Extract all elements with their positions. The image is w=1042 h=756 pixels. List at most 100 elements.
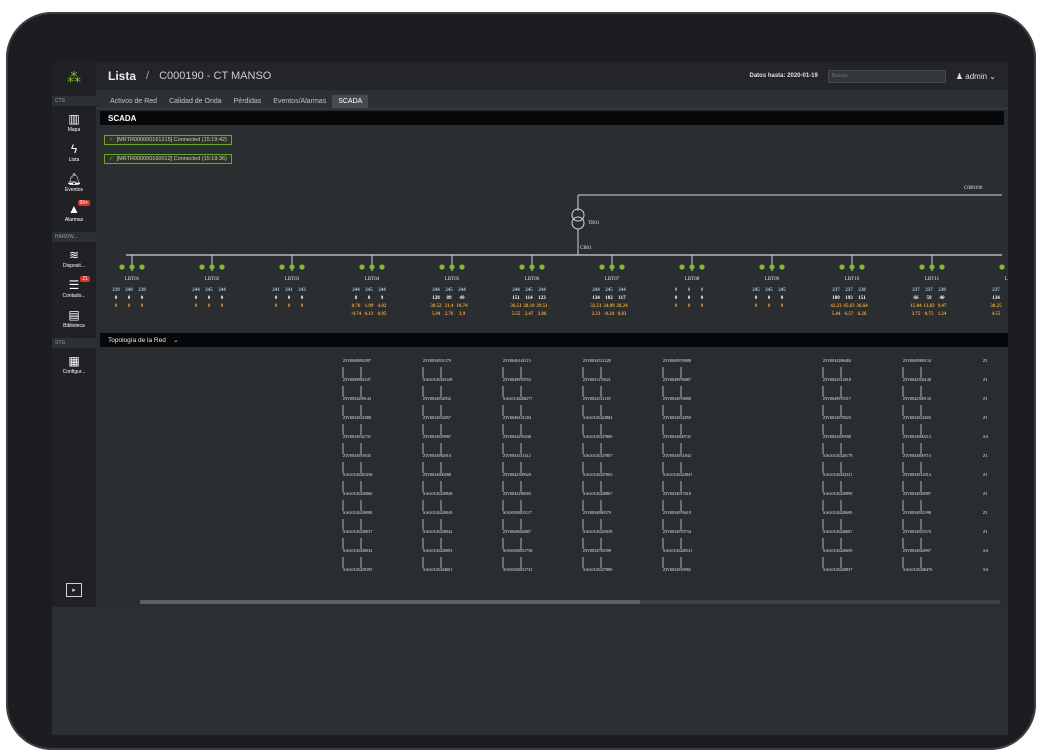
feeder-value-v: 245 [445,288,453,293]
phase-status-dot [839,264,845,270]
feeder-value-q: 2.47 [525,312,534,317]
sidebar-item-label: Mapa [67,127,81,133]
feeder-label: LBT04 [365,277,380,282]
scrollbar-thumb[interactable] [140,600,640,604]
horizontal-scrollbar[interactable] [140,600,1000,604]
feeder-value-i: 114 [525,296,533,301]
user-icon: ♟ [955,71,964,81]
feeder-lbt12: LBT12 237 134 30.25 4.55 [990,264,1008,317]
feeder-value-p: 0 [688,304,691,309]
sidebar-item-contadores[interactable]: ☰ Contado... 21 [52,274,96,304]
feeder-label: LBT03 [285,277,300,282]
tab-eventos-alarmas[interactable]: Eventos/Alarmas [267,95,332,108]
phase-status-dot [519,264,525,270]
feeder-value-p: 4.02 [378,304,387,309]
tab-scada[interactable]: SCADA [332,95,369,108]
feeder-value-i: 180 [832,296,840,301]
connection-text: [MRTR000000160012] Connected (15:19:36) [116,156,227,162]
sidebar-item-dispositivos[interactable]: ≋ Disposit... [52,244,96,274]
feeder-value-v: 240 [125,288,133,293]
sidebar-item-label: Lista [68,157,80,163]
feeder-value-v: 244 [378,288,386,293]
topology-node: ZI [983,529,988,534]
feeder-value-q: 0.83 [618,312,627,317]
feeder-value-i: 0 [301,296,304,301]
check-icon: ✓ [109,137,114,143]
sidebar-item-configuracion[interactable]: ▦ Configur... [52,350,96,380]
topology-node: SAG0145425039 [583,529,612,534]
feeder-value-i: 0 [781,296,784,301]
sidebar-item-lista[interactable]: ϟ Lista [52,138,96,168]
phase-status-dot [599,264,605,270]
topology-node: ZIV0034600288 [423,472,451,477]
empty-area [52,607,1008,735]
sidebar-item-label: Configur... [62,369,86,375]
page-title[interactable]: Lista [108,69,136,83]
topology-node: ZI [983,377,988,382]
feeder-value-p: 0 [675,304,678,309]
tab-perdidas[interactable]: Pérdidas [228,95,268,108]
topology-node: ZIV0034900212 [903,434,931,439]
topology-dropdown[interactable]: Topología de la Red ⌄ [100,333,1008,347]
sidebar-item-alarmas[interactable]: ▲ Alarmas 99+ [52,198,96,228]
topology-node: SAG0145430037 [343,529,372,534]
topology-node: SAG0145401238 [343,472,372,477]
feeder-value-q: 0.75 [925,312,934,317]
feeder-value-v: 245 [365,288,373,293]
tab-calidad-de-onda[interactable]: Calidad de Onda [163,95,228,108]
topology-node: SAG0145429195 [343,567,372,572]
feeder-value-v: 239 [112,288,120,293]
tab-activos-de-red[interactable]: Activos de Red [104,95,163,108]
sidebar-section-hardware: HARDW... [52,232,96,242]
phase-status-dot [299,264,305,270]
topology-node: SA [983,548,988,553]
topology-node: ZIV0034309590 [823,434,851,439]
phase-status-dot [219,264,225,270]
topology-node: SAG0145420049 [423,510,452,515]
feeder-value-q: 2.23 [592,312,601,317]
topology-node: ZI [983,358,988,363]
bell-icon: 🔔︎ [66,172,82,186]
feeder-value-q: 4.55 [992,312,1001,317]
topology-node: ZIV0034924997 [903,548,931,553]
search-input[interactable] [827,69,946,83]
topology-node: ZIV0049970553 [503,377,531,382]
feeder-value-i: 0 [208,296,211,301]
phase-status-dot [439,264,445,270]
topology-node: ZIV0034812859 [663,415,691,420]
feeder-value-i: 8 [368,296,371,301]
collapse-sidebar-icon[interactable]: ▸ [66,583,82,597]
topology-node: ZIV0034783399 [583,548,611,553]
feeder-value-q: 0.95 [378,312,387,317]
feeder-value-q: 5.94 [432,312,441,317]
feeder-value-i: 0 [221,296,224,301]
topology-node: ZIV0034978023 [823,415,851,420]
phase-status-dot [529,264,535,270]
phase-status-dot [689,264,695,270]
feeder-value-p: 15.04 [910,304,922,309]
feeder-value-p: 13.82 [923,304,935,309]
user-menu[interactable]: ♟ admin ⌄ [956,72,996,81]
topology-node: SAG0145420060 [343,491,372,496]
topology-node: ZI [983,396,988,401]
feeder-value-v: 245 [752,288,760,293]
feeder-value-p: 0 [701,304,704,309]
sidebar-item-biblioteca[interactable]: ▤ Biblioteca [52,304,96,334]
feeder-lbt04: LBT04 244 245 244 8 8 9 0.76 1.99 4.02 -0.74 0.13 0.… [351,255,387,317]
topology-node: ZIV0034931379 [423,358,451,363]
topology-node: SAG0145432321 [823,472,852,477]
sidebar-item-label: Disposit... [63,263,85,269]
grid-dots-icon[interactable]: ⁂ [52,62,96,92]
feeder-value-p: 0.76 [352,304,361,309]
feeder-value-i: 0 [768,296,771,301]
chevron-down-icon: ⌄ [989,71,996,81]
feeder-value-v: 244 [352,288,360,293]
feeder-value-v: 238 [938,288,946,293]
feeder-lbt10: LBT10 237 237 238 180 193 151 42.23 45.63 36.64 5.… [830,255,868,317]
topology-node: ZIV0034932857 [423,415,451,420]
topology-node: SAG0145435149 [423,377,452,382]
feeder-value-v: 244 [458,288,466,293]
topology-node: ZIV0034928087 [903,491,931,496]
sidebar-item-mapa[interactable]: ▥ Mapa [52,108,96,138]
sidebar-item-eventos[interactable]: 🔔︎ Eventos [52,168,96,198]
